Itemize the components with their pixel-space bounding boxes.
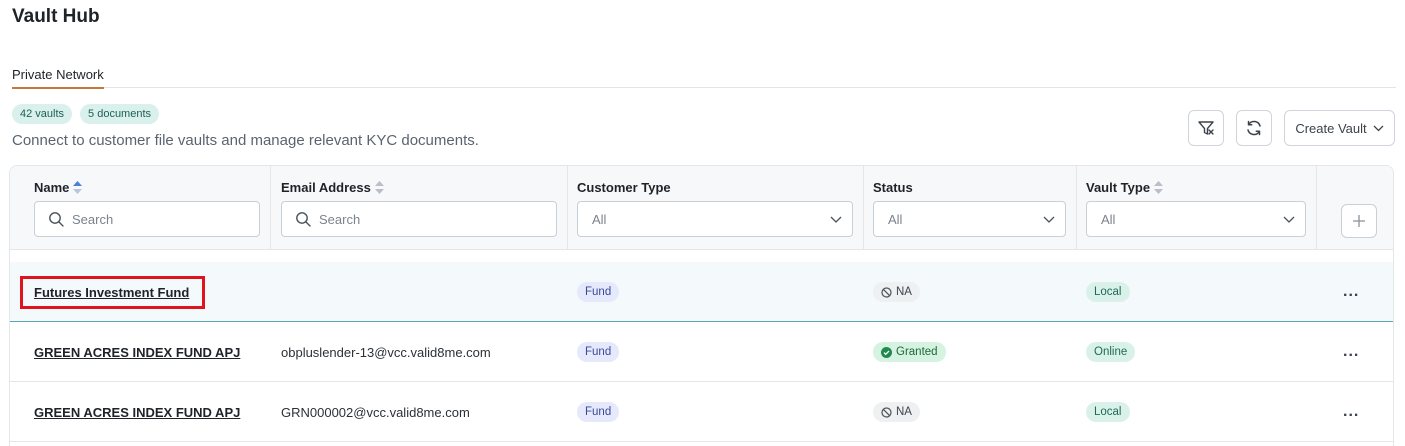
column-header-customer-type: Customer Type xyxy=(577,180,671,195)
row-actions-button[interactable]: ... xyxy=(1343,382,1359,442)
vault-type-badge: Local xyxy=(1086,402,1130,422)
add-column-button[interactable] xyxy=(1341,204,1377,238)
name-search-field[interactable] xyxy=(34,201,260,237)
column-divider xyxy=(270,166,271,250)
status-select-value: All xyxy=(888,211,903,227)
email-cell: GRN000002@vcc.valid8me.com xyxy=(281,404,470,420)
column-header-status: Status xyxy=(873,180,913,195)
status-label: NA xyxy=(896,406,912,418)
refresh-icon xyxy=(1247,120,1261,136)
email-search-input[interactable] xyxy=(319,211,469,227)
status-badge: NA xyxy=(873,402,920,422)
clear-filters-button[interactable] xyxy=(1188,110,1224,146)
vault-name-link[interactable]: Futures Investment Fund xyxy=(34,285,189,300)
email-cell: obpluslender-13@vcc.valid8me.com xyxy=(281,344,491,360)
sort-icon xyxy=(374,181,384,194)
column-label-customer-type: Customer Type xyxy=(577,180,671,195)
customer-type-badge: Fund xyxy=(577,282,620,302)
customer-type-select-value: All xyxy=(592,211,607,227)
vault-type-select-value: All xyxy=(1101,211,1116,227)
table-row[interactable]: GREEN ACRES INDEX FUND APJ GRN000002@vcc… xyxy=(10,382,1393,442)
tab-private-network[interactable]: Private Network xyxy=(12,66,104,89)
column-label-vault-type: Vault Type xyxy=(1086,180,1151,195)
status-badge: NA xyxy=(873,282,920,302)
vault-count-badge: 42 vaults xyxy=(12,104,73,124)
plus-icon xyxy=(1353,215,1365,227)
chevron-down-icon xyxy=(830,216,842,223)
vault-name-link[interactable]: GREEN ACRES INDEX FUND APJ xyxy=(34,405,240,420)
create-vault-button[interactable]: Create Vault xyxy=(1284,110,1395,146)
summary-badges: 42 vaults 5 documents xyxy=(12,104,160,124)
chevron-down-icon xyxy=(1283,216,1295,223)
chevron-down-icon xyxy=(1373,125,1384,131)
row-actions-button[interactable]: ... xyxy=(1343,262,1359,322)
create-vault-label: Create Vault xyxy=(1295,120,1367,136)
refresh-button[interactable] xyxy=(1236,110,1272,146)
column-label-status: Status xyxy=(873,180,913,195)
column-header-name[interactable]: Name xyxy=(34,180,83,195)
customer-type-badge: Fund xyxy=(577,342,620,362)
vault-type-badge: Online xyxy=(1086,342,1136,362)
table-row[interactable]: GREEN ACRES INDEX FUND APJ obpluslender-… xyxy=(10,322,1393,382)
customer-type-badge: Fund xyxy=(577,402,620,422)
email-search-field[interactable] xyxy=(281,201,557,237)
column-label-email: Email Address xyxy=(281,180,371,195)
toolbar: Create Vault xyxy=(1188,110,1395,146)
row-actions-button[interactable]: ... xyxy=(1343,322,1359,382)
status-label: NA xyxy=(896,286,912,298)
status-select[interactable]: All xyxy=(873,201,1066,237)
vault-type-badge: Local xyxy=(1086,282,1130,302)
status-label: Granted xyxy=(896,346,938,358)
check-circle-icon xyxy=(881,346,892,358)
sort-icon xyxy=(73,181,83,194)
page-title: Vault Hub xyxy=(12,6,100,27)
blocked-icon xyxy=(881,406,892,418)
table-row[interactable]: Futures Investment Fund Fund NA Local ..… xyxy=(10,262,1393,322)
column-divider xyxy=(1076,166,1077,250)
customer-type-select[interactable]: All xyxy=(577,201,853,237)
column-divider xyxy=(863,166,864,250)
filter-clear-icon xyxy=(1198,121,1214,135)
blocked-icon xyxy=(881,286,892,298)
tab-bar: Private Network xyxy=(12,66,1396,89)
vault-table: Name Email Address Customer Type All xyxy=(9,165,1394,446)
status-badge: Granted xyxy=(873,342,946,362)
name-search-input[interactable] xyxy=(72,211,222,227)
search-icon xyxy=(296,212,311,227)
page-description: Connect to customer file vaults and mana… xyxy=(12,132,479,149)
column-divider xyxy=(1316,166,1317,250)
search-icon xyxy=(49,212,64,227)
sort-icon xyxy=(1154,181,1164,194)
column-header-email[interactable]: Email Address xyxy=(281,180,384,195)
document-count-badge: 5 documents xyxy=(80,104,160,124)
table-header: Name Email Address Customer Type All xyxy=(10,166,1393,250)
highlight-box: Futures Investment Fund xyxy=(20,275,206,309)
column-header-vault-type[interactable]: Vault Type xyxy=(1086,180,1164,195)
vault-type-select[interactable]: All xyxy=(1086,201,1306,237)
vault-name-link[interactable]: GREEN ACRES INDEX FUND APJ xyxy=(34,345,240,360)
chevron-down-icon xyxy=(1043,216,1055,223)
column-divider xyxy=(567,166,568,250)
column-label-name: Name xyxy=(34,180,70,195)
